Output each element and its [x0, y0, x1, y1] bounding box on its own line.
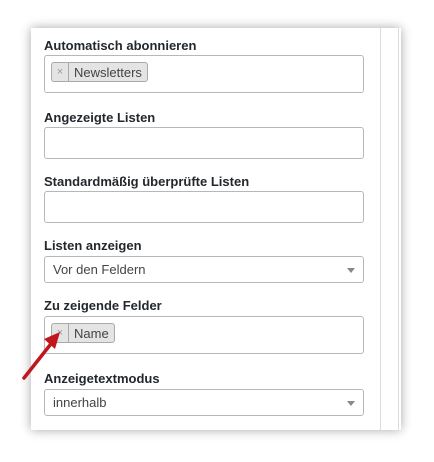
tag-label: Newsletters [74, 64, 142, 80]
chevron-down-icon [347, 401, 355, 406]
settings-panel: Automatisch abonnieren × Newsletters Ang… [31, 28, 401, 430]
fields-to-show-label: Zu zeigende Felder [44, 298, 162, 313]
divider [398, 28, 399, 430]
tag-label: Name [74, 325, 109, 341]
default-checked-lists-input[interactable] [44, 191, 364, 223]
auto-subscribe-label: Automatisch abonnieren [44, 38, 197, 53]
show-lists-label: Listen anzeigen [44, 238, 142, 253]
chevron-down-icon [347, 268, 355, 273]
tag-newsletters: × Newsletters [51, 62, 148, 82]
shown-lists-input[interactable] [44, 127, 364, 159]
fields-to-show-input[interactable]: × Name [44, 316, 364, 354]
show-lists-select[interactable]: Vor den Feldern [44, 256, 364, 283]
auto-subscribe-input[interactable]: × Newsletters [44, 55, 364, 93]
show-lists-value: Vor den Feldern [53, 262, 146, 277]
default-checked-lists-label: Standardmäßig überprüfte Listen [44, 174, 250, 189]
label-mode-value: innerhalb [53, 395, 107, 410]
divider [380, 28, 381, 430]
close-icon[interactable]: × [52, 63, 69, 81]
label-mode-select[interactable]: innerhalb [44, 389, 364, 416]
shown-lists-label: Angezeigte Listen [44, 110, 156, 125]
red-arrow-icon [22, 332, 60, 380]
